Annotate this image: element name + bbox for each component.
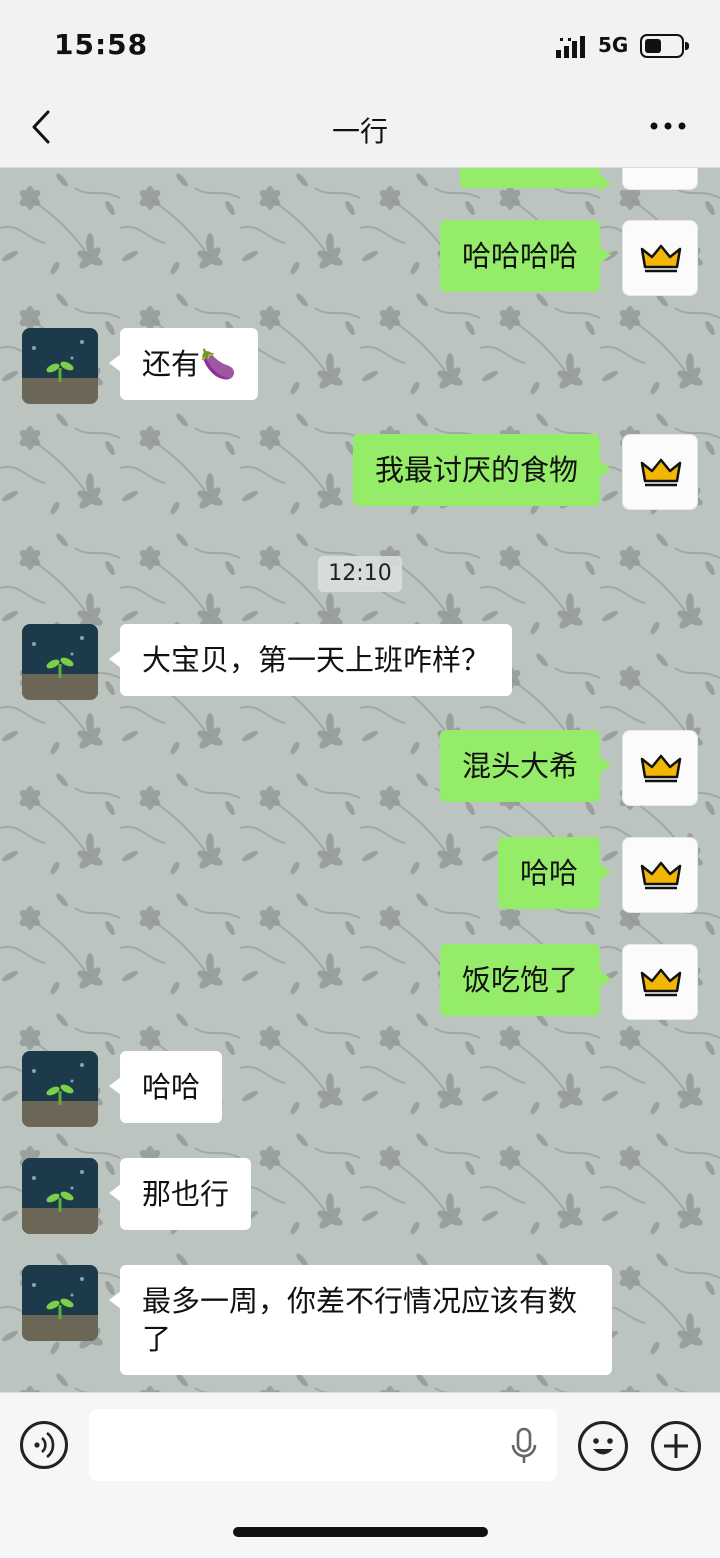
- message-bubble-them[interactable]: 最多一周，你差不行情况应该有数了: [109, 1265, 612, 1375]
- plus-button[interactable]: [651, 1421, 701, 1471]
- message-bubble-me[interactable]: 混头大希: [439, 730, 612, 802]
- message-bubble-them[interactable]: 那也行: [108, 1158, 252, 1230]
- message-bubble-them[interactable]: 哈哈: [108, 1051, 223, 1123]
- crown-icon: [640, 861, 682, 890]
- message-bubble-me[interactable]: 哈哈: [497, 837, 612, 909]
- input-bar: [0, 1392, 720, 1558]
- message-bubble-me[interactable]: 哈哈哈哈: [439, 220, 612, 292]
- top-bar: 15:58 5G 一行: [0, 0, 720, 168]
- timestamp: 12:10: [318, 556, 402, 592]
- sprout-icon: [22, 328, 98, 404]
- voice-button[interactable]: [20, 1421, 68, 1469]
- partial-my-avatar[interactable]: [622, 168, 698, 190]
- crown-icon: [640, 754, 682, 783]
- my-avatar[interactable]: [622, 730, 698, 806]
- network-label: 5G: [598, 33, 629, 57]
- my-avatar[interactable]: [622, 434, 698, 510]
- contact-avatar[interactable]: [22, 328, 98, 404]
- contact-avatar[interactable]: [22, 1265, 98, 1341]
- sprout-icon: [22, 1051, 98, 1127]
- message-bubble-them[interactable]: 还有🍆: [108, 328, 259, 400]
- more-dots-icon[interactable]: [646, 110, 690, 142]
- emoji-icon: [593, 1438, 613, 1455]
- sprout-icon: [22, 1158, 98, 1234]
- voice-icon: [34, 1431, 55, 1459]
- my-avatar[interactable]: [622, 944, 698, 1020]
- crown-icon: [640, 968, 682, 997]
- contact-avatar[interactable]: [22, 1158, 98, 1234]
- message-bubble-me[interactable]: 饭吃饱了: [439, 944, 612, 1016]
- chat-area[interactable]: 哈哈哈哈 还有🍆 我最讨厌的食物 12:10 大宝贝，第一天上班咋样？ 混头大希…: [0, 168, 720, 1392]
- crown-icon: [640, 244, 682, 273]
- battery-level: [645, 39, 661, 53]
- message-input[interactable]: [89, 1409, 557, 1481]
- battery-cap: [685, 42, 689, 50]
- message-bubble-them[interactable]: 大宝贝，第一天上班咋样？: [108, 624, 513, 696]
- plus-icon: [664, 1434, 688, 1458]
- microphone-icon[interactable]: [509, 1427, 539, 1465]
- chat-background-pattern: [0, 168, 720, 1392]
- contact-avatar[interactable]: [22, 624, 98, 700]
- emoji-button[interactable]: [578, 1421, 628, 1471]
- crown-icon: [640, 458, 682, 487]
- chat-title: 一行: [331, 115, 388, 148]
- contact-avatar[interactable]: [22, 1051, 98, 1127]
- partial-message-bubble[interactable]: [460, 168, 611, 192]
- signal-icon: [556, 36, 585, 58]
- my-avatar[interactable]: [622, 220, 698, 296]
- my-avatar[interactable]: [622, 837, 698, 913]
- battery-icon: [640, 34, 689, 58]
- status-time: 15:58: [54, 28, 149, 61]
- sprout-icon: [22, 1265, 98, 1341]
- home-indicator: [233, 1527, 488, 1537]
- sprout-icon: [22, 624, 98, 700]
- message-bubble-me[interactable]: 我最讨厌的食物: [352, 434, 612, 506]
